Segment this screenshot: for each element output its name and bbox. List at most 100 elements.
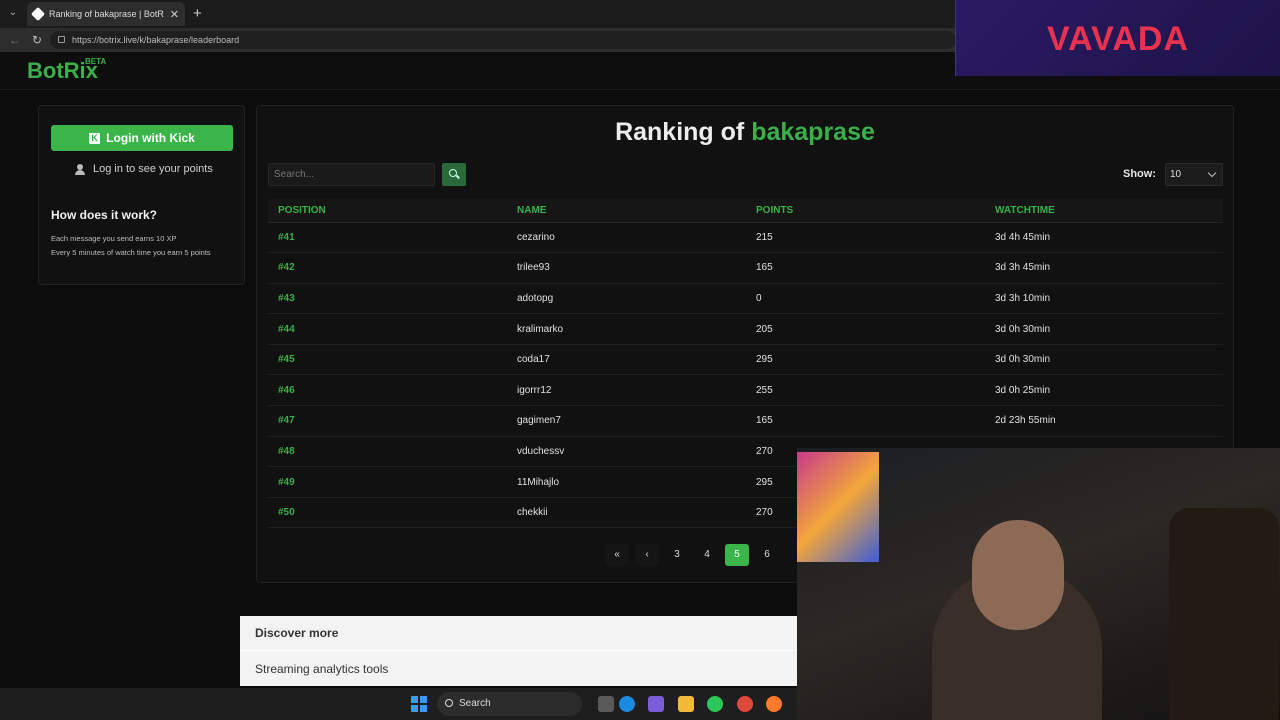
- name-cell: chekkii: [507, 497, 746, 529]
- webcam-overlay: [797, 448, 1280, 720]
- page-button-5-active[interactable]: 5: [725, 544, 749, 566]
- column-header-name[interactable]: NAME: [507, 199, 746, 223]
- page-button-6[interactable]: 6: [755, 544, 779, 566]
- how-it-works-line: Every 5 minutes of watch time you earn 5…: [51, 248, 211, 257]
- botrix-logo[interactable]: BotRix BETA: [27, 57, 106, 84]
- name-cell: kralimarko: [507, 313, 746, 345]
- whatsapp-icon[interactable]: [707, 696, 723, 712]
- name-cell: adotopg: [507, 283, 746, 315]
- table-row: #47 gagimen7 165 2d 23h 55min: [268, 405, 1223, 437]
- login-panel: K Login with Kick Log in to see your poi…: [38, 105, 245, 285]
- watchtime-cell: 3d 0h 30min: [985, 313, 1223, 345]
- watchtime-cell: 3d 3h 45min: [985, 252, 1223, 284]
- vavada-ad-overlay: VAVADA: [955, 0, 1280, 76]
- tab-list-chevron-icon[interactable]: ⌄: [6, 6, 20, 20]
- how-it-works-title: How does it work?: [51, 208, 158, 222]
- points-cell: 205: [746, 313, 985, 345]
- firefox-icon[interactable]: [766, 696, 782, 712]
- points-cell: 0: [746, 283, 985, 315]
- close-tab-icon[interactable]: ✕: [170, 8, 179, 21]
- rows-per-page-select[interactable]: 10: [1165, 163, 1223, 186]
- rows-per-page-value: 10: [1170, 169, 1182, 180]
- table-row: #42 trilee93 165 3d 3h 45min: [268, 252, 1223, 284]
- back-arrow-icon[interactable]: ←: [9, 33, 21, 47]
- site-favicon-icon: [30, 6, 46, 22]
- how-it-works-line: Each message you send earns 10 XP: [51, 234, 177, 243]
- background-tv-image: [797, 452, 879, 562]
- points-cell: 295: [746, 344, 985, 376]
- show-label: Show:: [1123, 168, 1156, 180]
- search-button[interactable]: [442, 163, 466, 186]
- name-cell: coda17: [507, 344, 746, 376]
- column-header-watchtime[interactable]: WATCHTIME: [985, 199, 1223, 223]
- edge-browser-icon[interactable]: [619, 696, 635, 712]
- name-cell: igorrr12: [507, 374, 746, 407]
- chevron-down-icon: [1207, 168, 1217, 178]
- taskbar-search[interactable]: Search: [437, 692, 582, 716]
- login-hint-text: Log in to see your points: [93, 163, 213, 175]
- channel-name: bakaprase: [751, 118, 875, 146]
- search-icon: [449, 169, 457, 177]
- beta-badge: BETA: [85, 57, 107, 66]
- column-header-position[interactable]: POSITION: [268, 199, 507, 223]
- position-cell: #46: [268, 374, 507, 407]
- windows-taskbar: Search: [0, 688, 797, 720]
- page-title: Ranking of bakaprase: [257, 118, 1233, 147]
- title-prefix: Ranking of: [615, 118, 745, 146]
- task-view-icon[interactable]: [598, 696, 614, 712]
- position-cell: #47: [268, 405, 507, 437]
- position-cell: #42: [268, 252, 507, 284]
- copilot-icon[interactable]: [648, 696, 664, 712]
- new-tab-plus-icon[interactable]: +: [193, 5, 202, 22]
- taskbar-search-label: Search: [459, 698, 491, 709]
- reload-icon[interactable]: ↻: [32, 33, 42, 47]
- column-header-points[interactable]: POINTS: [746, 199, 985, 223]
- position-cell: #48: [268, 436, 507, 468]
- double-chevron-left-icon: «: [614, 549, 620, 560]
- watchtime-cell: 3d 0h 25min: [985, 374, 1223, 407]
- streamer-head-image: [972, 520, 1064, 630]
- vavada-logo: VAVADA: [1047, 20, 1189, 58]
- discover-more-box: Discover more Streaming analytics tools: [240, 616, 797, 686]
- points-cell: 215: [746, 222, 985, 254]
- login-hint: Log in to see your points: [75, 163, 213, 175]
- points-cell: 165: [746, 252, 985, 284]
- windows-start-icon[interactable]: [411, 696, 427, 712]
- name-cell: 11Mihajlo: [507, 466, 746, 498]
- position-cell: #49: [268, 466, 507, 498]
- url-text: https://botrix.live/k/bakaprase/leaderbo…: [72, 35, 240, 45]
- watchtime-cell: 2d 23h 55min: [985, 405, 1223, 437]
- search-input[interactable]: [268, 163, 435, 186]
- name-cell: gagimen7: [507, 405, 746, 437]
- page-button-4[interactable]: 4: [695, 544, 719, 566]
- gaming-chair-image: [1169, 508, 1279, 720]
- login-with-kick-button[interactable]: K Login with Kick: [51, 125, 233, 151]
- url-field[interactable]: https://botrix.live/k/bakaprase/leaderbo…: [50, 31, 956, 49]
- table-row: #46 igorrr12 255 3d 0h 25min: [268, 374, 1223, 407]
- browser-tab[interactable]: Ranking of bakaprase | BotRix — ( ✕: [27, 2, 185, 26]
- position-cell: #43: [268, 283, 507, 315]
- discover-more-link[interactable]: Streaming analytics tools: [255, 662, 388, 676]
- chrome-icon[interactable]: [737, 696, 753, 712]
- table-row: #41 cezarino 215 3d 4h 45min: [268, 222, 1223, 254]
- kick-logo-icon: K: [89, 132, 101, 144]
- circle-chevron-left-icon: ‹: [645, 549, 649, 560]
- page-button-3[interactable]: 3: [665, 544, 689, 566]
- prev-page-button[interactable]: ‹: [635, 544, 659, 566]
- table-row: #45 coda17 295 3d 0h 30min: [268, 344, 1223, 376]
- login-button-label: Login with Kick: [106, 131, 195, 145]
- name-cell: cezarino: [507, 222, 746, 254]
- first-page-button[interactable]: «: [605, 544, 629, 566]
- watchtime-cell: 3d 4h 45min: [985, 222, 1223, 254]
- name-cell: trilee93: [507, 252, 746, 284]
- watchtime-cell: 3d 3h 10min: [985, 283, 1223, 315]
- file-explorer-icon[interactable]: [678, 696, 694, 712]
- discover-more-title: Discover more: [255, 626, 339, 640]
- browser-tab-title: Ranking of bakaprase | BotRix — (: [49, 9, 164, 19]
- name-cell: vduchessv: [507, 436, 746, 468]
- position-cell: #45: [268, 344, 507, 376]
- pagination: « ‹ 3 4 5 6: [605, 544, 779, 566]
- user-icon: [75, 163, 85, 175]
- position-cell: #41: [268, 222, 507, 254]
- site-info-icon[interactable]: [58, 36, 65, 43]
